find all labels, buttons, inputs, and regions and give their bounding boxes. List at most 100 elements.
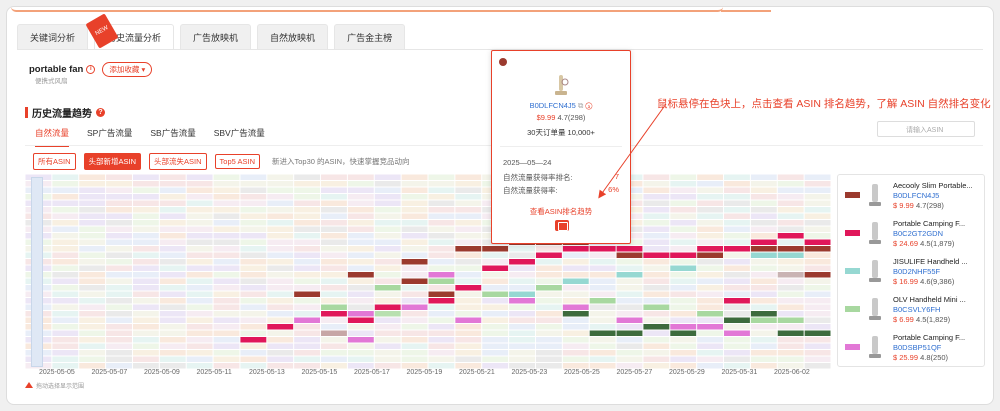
asin-rank-cell[interactable] bbox=[562, 278, 589, 285]
asin-rank-cell[interactable] bbox=[697, 252, 724, 259]
heatmap-cell[interactable] bbox=[777, 278, 804, 285]
heatmap-cell[interactable] bbox=[186, 330, 213, 337]
asin-rank-cell[interactable] bbox=[240, 337, 267, 343]
heatmap-cell[interactable] bbox=[240, 278, 267, 285]
heatmap-cell[interactable] bbox=[106, 363, 132, 369]
heatmap-cell[interactable] bbox=[724, 278, 750, 285]
heatmap-cell[interactable] bbox=[213, 181, 240, 187]
subtab-sp[interactable]: SP广告流量 bbox=[87, 127, 132, 147]
heatmap-cell[interactable] bbox=[347, 324, 374, 330]
heatmap-cell[interactable] bbox=[347, 200, 374, 207]
heatmap-cell[interactable] bbox=[267, 330, 294, 337]
heatmap-cell[interactable] bbox=[374, 194, 401, 200]
heatmap-cell[interactable] bbox=[589, 363, 616, 369]
heatmap-cell[interactable] bbox=[670, 187, 697, 194]
heatmap-cell[interactable] bbox=[697, 291, 724, 298]
heatmap-cell[interactable] bbox=[535, 350, 562, 356]
heatmap-cell[interactable] bbox=[777, 174, 804, 181]
heatmap-cell[interactable] bbox=[777, 298, 804, 304]
heatmap-cell[interactable] bbox=[455, 304, 482, 311]
asin-rank-cell[interactable] bbox=[777, 246, 804, 252]
heatmap-cell[interactable] bbox=[52, 220, 79, 226]
heatmap-cell[interactable] bbox=[240, 207, 267, 213]
asin-rank-cell[interactable] bbox=[804, 239, 831, 246]
heatmap-cell[interactable] bbox=[509, 311, 535, 317]
heatmap-cell[interactable] bbox=[697, 278, 724, 285]
heatmap-cell[interactable] bbox=[401, 233, 428, 239]
heatmap-cell[interactable] bbox=[697, 363, 724, 369]
heatmap-cell[interactable] bbox=[562, 324, 589, 330]
heatmap-cell[interactable] bbox=[455, 337, 482, 343]
heatmap-cell[interactable] bbox=[509, 324, 535, 330]
heatmap-cell[interactable] bbox=[294, 356, 321, 363]
heatmap-cell[interactable] bbox=[562, 259, 589, 265]
heatmap-cell[interactable] bbox=[240, 363, 267, 369]
heatmap-cell[interactable] bbox=[132, 356, 159, 363]
heatmap-cell[interactable] bbox=[106, 181, 132, 187]
heatmap-cell[interactable] bbox=[106, 265, 132, 272]
heatmap-cell[interactable] bbox=[213, 298, 240, 304]
heatmap-cell[interactable] bbox=[374, 272, 401, 278]
heatmap-cell[interactable] bbox=[240, 259, 267, 265]
heatmap-cell[interactable] bbox=[777, 350, 804, 356]
heatmap-cell[interactable] bbox=[106, 207, 132, 213]
heatmap-cell[interactable] bbox=[79, 213, 106, 220]
heatmap-cell[interactable] bbox=[697, 265, 724, 272]
heatmap-cell[interactable] bbox=[643, 350, 670, 356]
heatmap-cell[interactable] bbox=[159, 304, 186, 311]
heatmap-cell[interactable] bbox=[240, 181, 267, 187]
heatmap-cell[interactable] bbox=[132, 324, 159, 330]
heatmap-cell[interactable] bbox=[428, 343, 455, 350]
heatmap-cell[interactable] bbox=[106, 194, 132, 200]
heatmap-cell[interactable] bbox=[52, 181, 79, 187]
heatmap-cell[interactable] bbox=[267, 207, 294, 213]
asin-rank-cell[interactable] bbox=[562, 311, 589, 317]
heatmap-cell[interactable] bbox=[643, 200, 670, 207]
heatmap-cell[interactable] bbox=[186, 317, 213, 324]
asin-rank-cell[interactable] bbox=[509, 259, 535, 265]
heatmap-cell[interactable] bbox=[106, 174, 132, 181]
asin-rank-cell[interactable] bbox=[616, 317, 643, 324]
heatmap-cell[interactable] bbox=[804, 337, 831, 343]
heatmap-cell[interactable] bbox=[643, 317, 670, 324]
heatmap-cell[interactable] bbox=[401, 207, 428, 213]
heatmap-cell[interactable] bbox=[616, 291, 643, 298]
heatmap-cell[interactable] bbox=[401, 317, 428, 324]
heatmap-cell[interactable] bbox=[159, 363, 186, 369]
heatmap-cell[interactable] bbox=[321, 194, 347, 200]
heatmap-cell[interactable] bbox=[670, 194, 697, 200]
heatmap-cell[interactable] bbox=[213, 272, 240, 278]
asin-rank-cell[interactable] bbox=[697, 311, 724, 317]
heatmap-cell[interactable] bbox=[589, 304, 616, 311]
heatmap-cell[interactable] bbox=[401, 226, 428, 233]
heatmap-cell[interactable] bbox=[643, 246, 670, 252]
product-asin[interactable]: B0CSVLY6FH bbox=[893, 305, 940, 314]
heatmap-cell[interactable] bbox=[750, 213, 777, 220]
heatmap-cell[interactable] bbox=[106, 304, 132, 311]
heatmap-cell[interactable] bbox=[643, 265, 670, 272]
heatmap-cell[interactable] bbox=[213, 350, 240, 356]
asin-rank-cell[interactable] bbox=[724, 298, 750, 304]
product-asin[interactable]: B0DLFCN4J5 bbox=[893, 191, 939, 200]
range-drag-handle[interactable] bbox=[31, 177, 43, 367]
heatmap-cell[interactable] bbox=[401, 252, 428, 259]
heatmap-cell[interactable] bbox=[804, 187, 831, 194]
heatmap-cell[interactable] bbox=[697, 304, 724, 311]
heatmap-cell[interactable] bbox=[321, 265, 347, 272]
heatmap-cell[interactable] bbox=[347, 298, 374, 304]
heatmap-cell[interactable] bbox=[777, 207, 804, 213]
heatmap-cell[interactable] bbox=[643, 363, 670, 369]
heatmap-cell[interactable] bbox=[374, 291, 401, 298]
asin-rank-cell[interactable] bbox=[643, 304, 670, 311]
heatmap-cell[interactable] bbox=[79, 298, 106, 304]
heatmap-cell[interactable] bbox=[562, 363, 589, 369]
heatmap-cell[interactable] bbox=[240, 291, 267, 298]
heatmap-cell[interactable] bbox=[455, 350, 482, 356]
heatmap-cell[interactable] bbox=[294, 337, 321, 343]
heatmap-cell[interactable] bbox=[535, 337, 562, 343]
heatmap-cell[interactable] bbox=[159, 265, 186, 272]
heatmap-cell[interactable] bbox=[455, 324, 482, 330]
heatmap-cell[interactable] bbox=[455, 265, 482, 272]
heatmap-cell[interactable] bbox=[159, 226, 186, 233]
heatmap-cell[interactable] bbox=[724, 343, 750, 350]
